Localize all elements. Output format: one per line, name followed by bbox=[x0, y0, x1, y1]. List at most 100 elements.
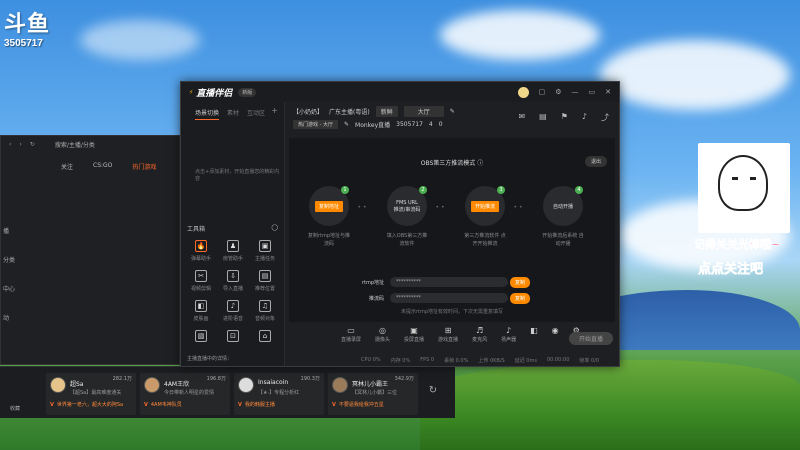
add-icon[interactable]: + bbox=[271, 106, 278, 115]
room-chip[interactable]: 大厅 bbox=[403, 106, 444, 117]
tab-follow[interactable]: 关注 bbox=[61, 162, 73, 171]
tool-item[interactable]: ⌂ bbox=[249, 330, 281, 345]
toolbox-more-icon[interactable]: ◯ bbox=[271, 224, 278, 233]
streamer-card[interactable]: 冥林儿小霸王 342.9万 【冥林儿小霸】三位 V 不要逼我给我冲五星 bbox=[328, 373, 418, 415]
room-category: 广东主播(粤语) bbox=[329, 109, 370, 116]
back-arrow-icon[interactable]: ‹ bbox=[9, 141, 11, 148]
tool-item[interactable]: ◧ 皮肤画 bbox=[185, 300, 217, 322]
stream-code-input[interactable]: ********** bbox=[390, 293, 508, 303]
streamer-card[interactable]: 4AM王欣 196.8万 今日带新人明星的爱情 V 4AM韦神队员 bbox=[140, 373, 230, 415]
streamer-name: 4AM王欣 bbox=[164, 381, 190, 388]
refresh-icon[interactable]: ↻ bbox=[425, 385, 441, 401]
user-avatar[interactable] bbox=[517, 86, 529, 98]
close-icon[interactable]: ✕ bbox=[605, 88, 611, 96]
step-arrow-icon: • • bbox=[435, 204, 445, 211]
status-item: 延迟 0ms bbox=[514, 357, 537, 364]
tool-item[interactable]: ▧ bbox=[185, 330, 217, 345]
refresh-icon[interactable]: ↻ bbox=[30, 141, 35, 148]
streamer-desc: 【★·】专程分析红 bbox=[258, 390, 300, 396]
cloud bbox=[600, 40, 790, 110]
sticker-face bbox=[718, 155, 768, 211]
streamer-card[interactable]: Insaiacoin 190.3万 【★·】专程分析红 V 我的韩服主播 bbox=[234, 373, 324, 415]
microphone-button[interactable]: ♬ 麦克风 bbox=[472, 326, 487, 348]
clip-icon: ✂ bbox=[195, 270, 207, 282]
obs-panel: OBS第三方推流模式 ⓘ 退出 1 复制地址 复制rtmp地址与推流码 • • … bbox=[289, 138, 615, 322]
back-sidebar: 播 分类 中心 动 bbox=[1, 226, 41, 342]
settings-icon[interactable]: ⚙ bbox=[555, 88, 561, 96]
copy-rtmp-button[interactable]: 复制 bbox=[510, 276, 531, 288]
tool-item[interactable]: ▤ 推荐位置 bbox=[249, 270, 281, 292]
step-circle: 2 FMS URL 推流/串流码 bbox=[387, 186, 427, 226]
tab-scenes[interactable]: 场景切换 bbox=[195, 108, 220, 120]
forward-arrow-icon[interactable]: › bbox=[19, 141, 21, 148]
skin-icon[interactable]: ▢ bbox=[539, 88, 546, 96]
copy-code-button[interactable]: 复制 bbox=[510, 292, 531, 304]
rtmp-input[interactable]: ********** bbox=[390, 277, 508, 287]
collect-label[interactable]: 收藏 bbox=[10, 405, 20, 412]
admin-icon: ♟ bbox=[227, 240, 239, 252]
tool-item[interactable]: ⊡ bbox=[217, 330, 249, 345]
search-input[interactable]: 搜索/主播/分类 bbox=[55, 140, 95, 149]
rank-icon[interactable]: ▤ bbox=[539, 112, 547, 123]
hills bbox=[420, 360, 800, 450]
minimize-icon[interactable]: — bbox=[572, 88, 579, 96]
tool-item[interactable]: ♪ 进阶语音 bbox=[217, 300, 249, 322]
tool-item[interactable]: ♟ 房管助手 bbox=[217, 240, 249, 262]
danmu-icon: 🔥 bbox=[195, 240, 207, 252]
maximize-icon[interactable]: ▭ bbox=[589, 88, 596, 96]
camera-button[interactable]: ◎ 摄像头 bbox=[375, 326, 390, 348]
exit-button[interactable]: 退出 bbox=[584, 156, 607, 167]
sidebar-item[interactable]: 动 bbox=[1, 313, 41, 322]
douyu-client-window: ‹ › ↻ 搜索/主播/分类 关注 CS:GO 热门游戏 播 分类 中心 动 bbox=[0, 135, 180, 365]
status-item: 内存 0% bbox=[390, 357, 411, 364]
status-item: CPU 0% bbox=[361, 357, 381, 363]
layout-icon[interactable]: ◧ bbox=[530, 326, 538, 348]
share-icon[interactable]: ⤴ bbox=[601, 112, 609, 123]
version-badge[interactable]: 新版 bbox=[238, 87, 257, 97]
tab-hot-games[interactable]: 热门游戏 bbox=[132, 162, 156, 171]
copy-address-button: 复制地址 bbox=[314, 200, 343, 212]
recommend-strip: 收藏 超Sa 282.1万 【超Sa】最高难度通关 V 世界第一老六，超大大的阿S… bbox=[0, 366, 455, 418]
tool-item[interactable]: ♫ 音频对象 bbox=[249, 300, 281, 322]
cloud bbox=[440, 10, 600, 60]
cast-button[interactable]: ▣ 投屏直播 bbox=[404, 326, 424, 348]
app-logo-icon: ⚡ bbox=[189, 88, 194, 96]
room-chip[interactable]: 新鲜 bbox=[375, 106, 398, 117]
sidebar-item[interactable]: 播 bbox=[1, 226, 41, 235]
tab-interact[interactable]: 互动区 bbox=[247, 108, 265, 120]
step-label: 第三方推流软件 点开开始推流 bbox=[464, 233, 506, 247]
status-item: 帧率 0/0 bbox=[579, 357, 600, 364]
streamer-tag: V 我的韩服主播 bbox=[238, 402, 275, 408]
gift-icon[interactable]: ✉ bbox=[518, 112, 525, 123]
tool-item[interactable]: ✂ 视频剪辑 bbox=[185, 270, 217, 292]
streamer-tag: V 4AM韦神队员 bbox=[144, 402, 182, 408]
fans-count: 4 bbox=[428, 121, 433, 128]
streamer-card[interactable]: 超Sa 282.1万 【超Sa】最高难度通关 V 世界第一老六，超大大的阿Sa bbox=[46, 373, 136, 415]
record-icon[interactable]: ◉ bbox=[552, 326, 559, 348]
screen-record-button[interactable]: ▭ 直播录屏 bbox=[341, 326, 361, 348]
toolbox-title: 工具箱 bbox=[187, 226, 206, 233]
avatar bbox=[144, 377, 160, 393]
sidebar-item[interactable]: 分类 bbox=[1, 255, 41, 264]
room-number: 3505717 bbox=[396, 121, 423, 128]
game-button[interactable]: ⊞ 游戏直播 bbox=[438, 326, 458, 348]
speaker-button[interactable]: ♪ 扬声器 bbox=[501, 326, 516, 348]
tool-item[interactable]: ⇩ 导入直播 bbox=[217, 270, 249, 292]
stream-code-label: 推流码 bbox=[368, 295, 384, 302]
tool-item[interactable]: ▣ 主播任务 bbox=[249, 240, 281, 262]
sidebar-item[interactable]: 中心 bbox=[1, 284, 41, 293]
tool-item[interactable]: 🔥 弹幕助手 bbox=[185, 240, 217, 262]
step-label: 复制rtmp地址与推流码 bbox=[307, 233, 351, 247]
edit-icon[interactable]: ✎ bbox=[450, 108, 455, 115]
bell-icon[interactable]: ♪ bbox=[582, 112, 587, 123]
avatar bbox=[50, 377, 66, 393]
start-live-button[interactable]: 开始直播 bbox=[568, 332, 613, 345]
empty-hint: 点击+添加素材，开始直播您的精彩内容 bbox=[195, 169, 280, 182]
tab-materials[interactable]: 素材 bbox=[227, 108, 239, 120]
status-item: 上传 0KB/S bbox=[478, 357, 505, 364]
avatar bbox=[332, 377, 348, 393]
category-chip[interactable]: 热门游戏 - 大厅 bbox=[293, 120, 338, 129]
edit-icon[interactable]: ✎ bbox=[344, 121, 349, 128]
tab-csgo[interactable]: CS:GO bbox=[93, 162, 112, 171]
flag-icon[interactable]: ⚑ bbox=[561, 112, 568, 123]
